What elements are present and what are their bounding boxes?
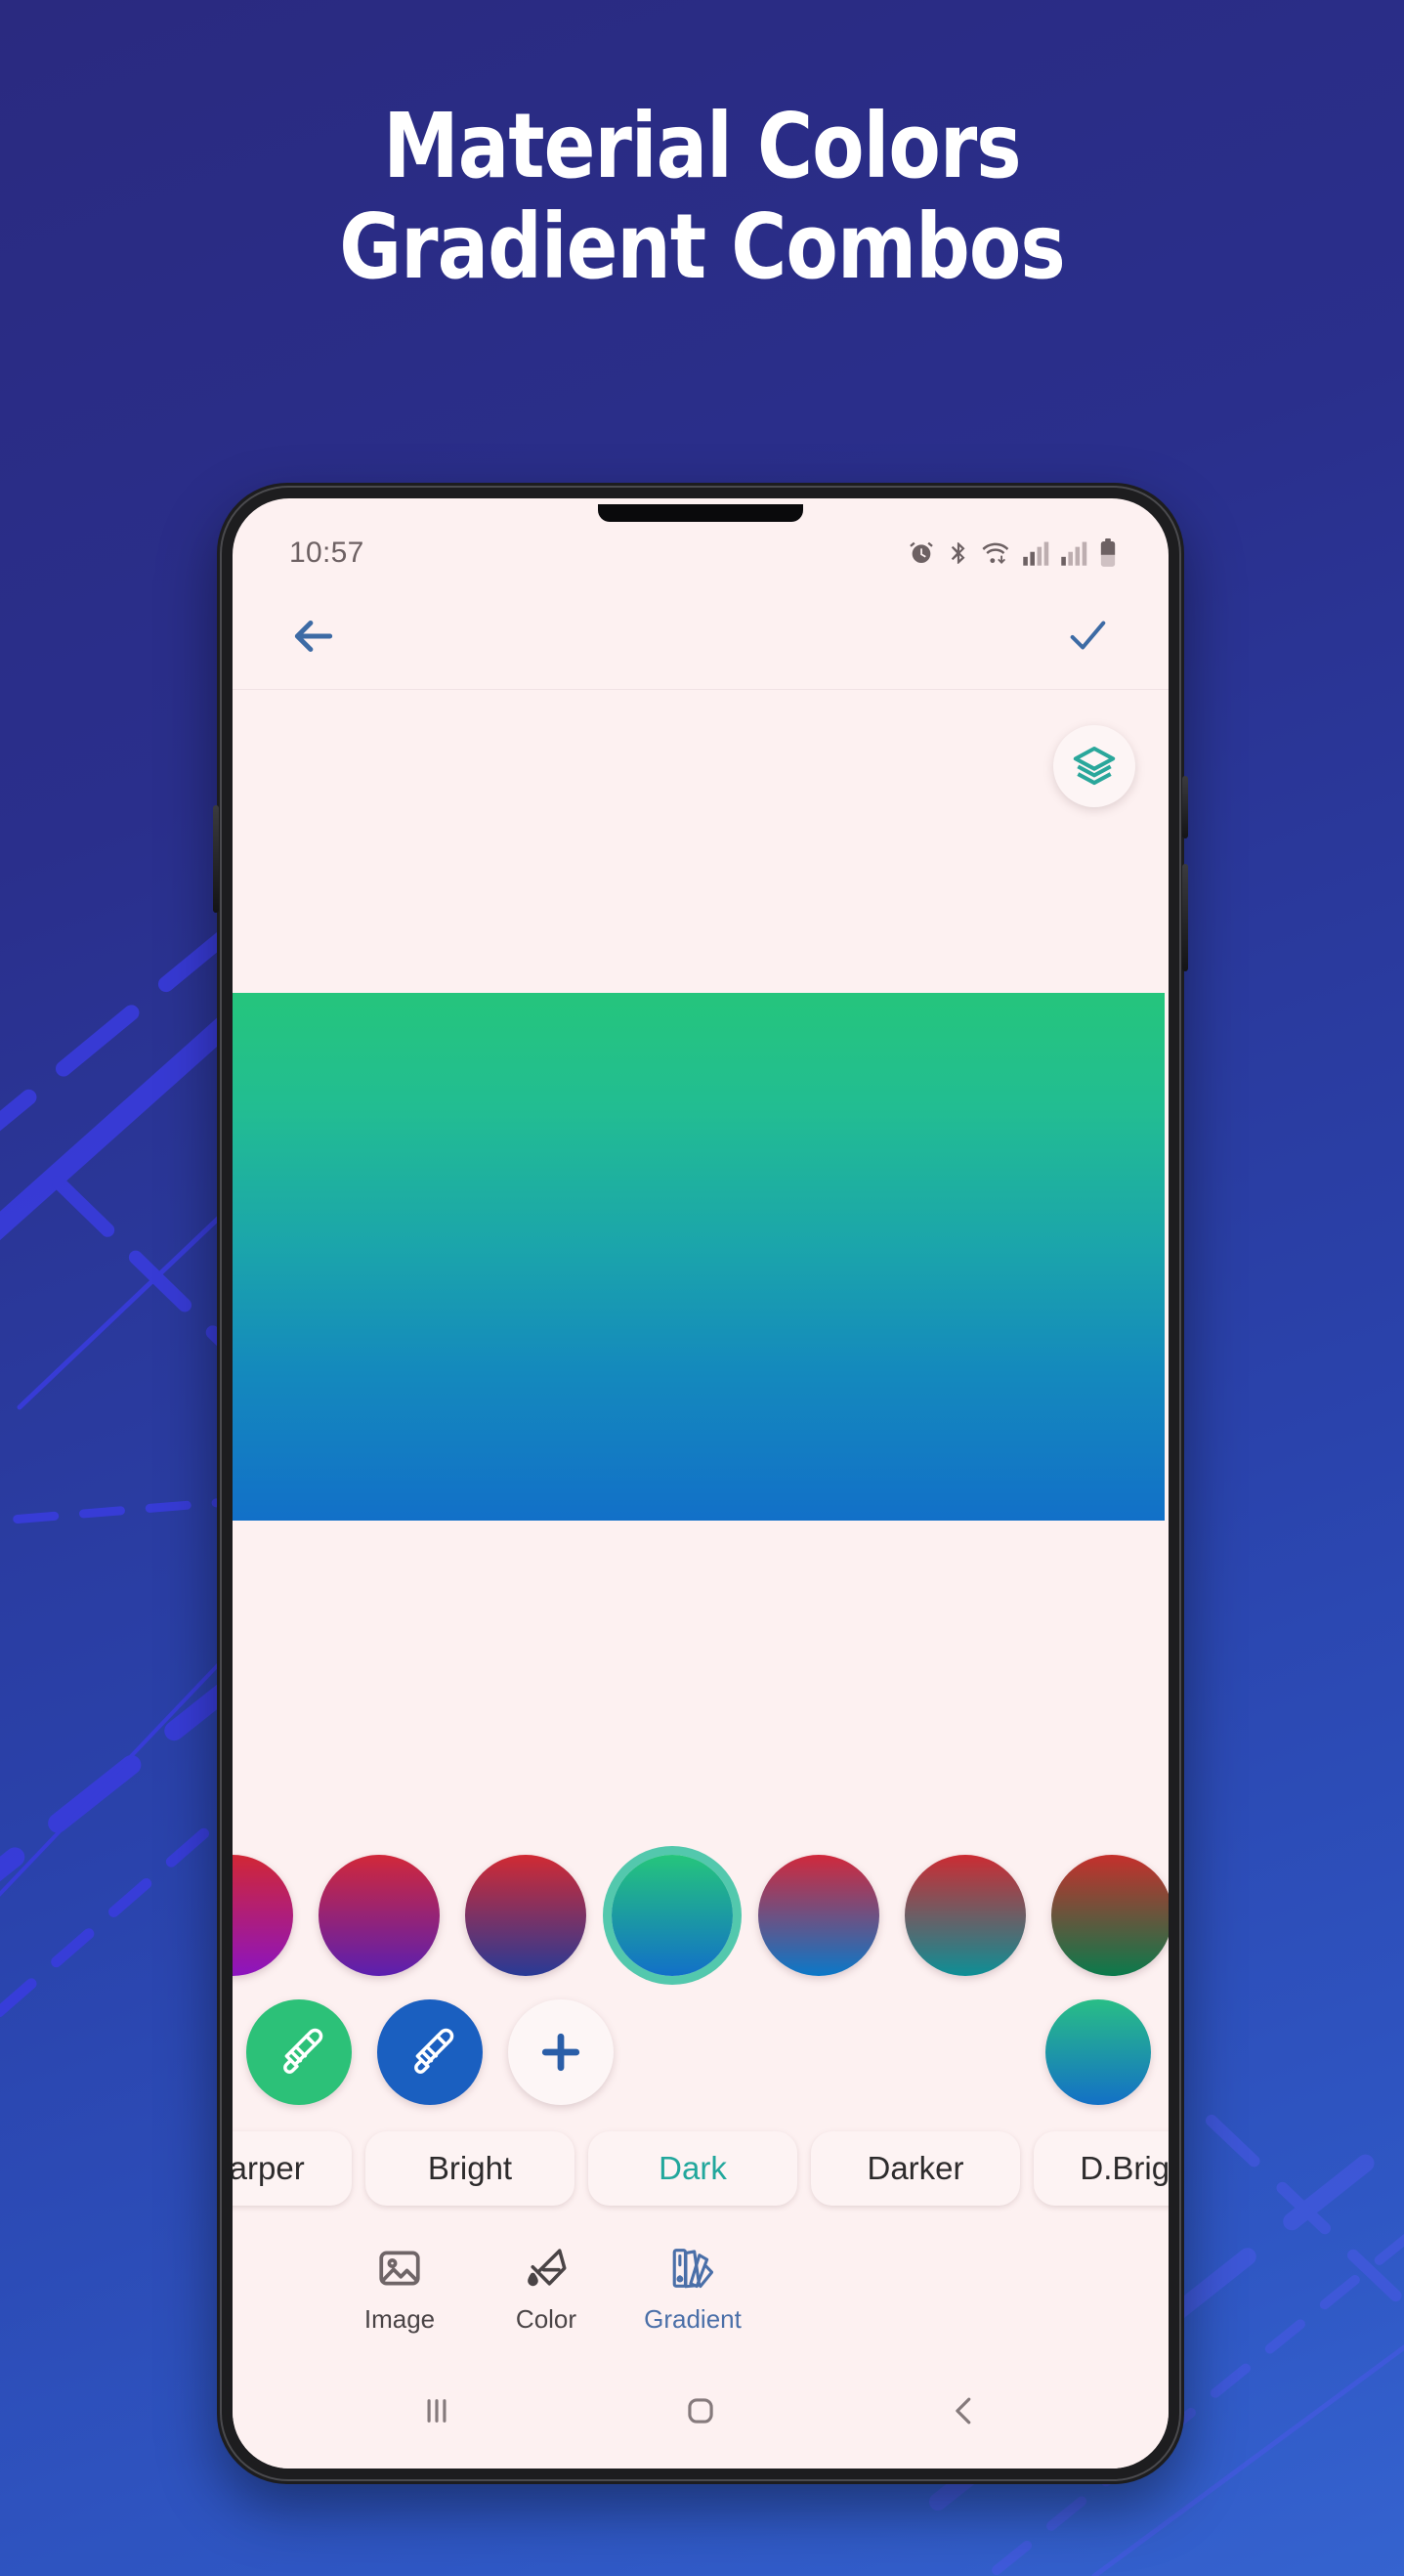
home-button[interactable] bbox=[657, 2381, 745, 2441]
confirm-button[interactable] bbox=[1053, 602, 1122, 670]
wifi-icon bbox=[982, 542, 1009, 564]
layers-icon bbox=[1073, 746, 1116, 786]
swatch-fan-icon bbox=[672, 2248, 714, 2288]
promo-headline: Material Colors Gradient Combos bbox=[42, 96, 1362, 297]
style-chip-list[interactable]: Sharper Bright Dark Darker D.Bright bbox=[233, 2117, 1169, 2220]
alarm-icon bbox=[910, 541, 933, 564]
back-arrow-icon bbox=[294, 620, 333, 652]
plus-icon bbox=[541, 2033, 580, 2072]
headline-line-1: Material Colors bbox=[383, 94, 1021, 198]
swatch-red-navy[interactable] bbox=[465, 1855, 586, 1976]
recents-icon bbox=[427, 2399, 447, 2423]
swatch-red-purple-2[interactable] bbox=[319, 1855, 440, 1976]
chip-bright[interactable]: Bright bbox=[365, 2131, 574, 2206]
swatch-red-darkgreen[interactable] bbox=[1051, 1855, 1169, 1976]
phone-mockup: 10:57 arper Bright Dark Darker D.Brig Im… bbox=[213, 483, 1188, 2484]
swatch-red-teal[interactable] bbox=[905, 1855, 1026, 1976]
eyedropper-end-button[interactable] bbox=[377, 1999, 483, 2105]
layers-button[interactable] bbox=[1053, 725, 1135, 807]
paint-bucket-icon bbox=[528, 2248, 567, 2286]
phone-notch bbox=[598, 504, 803, 522]
battery-icon bbox=[1100, 538, 1116, 567]
nav-item-gradient-label: Gradient bbox=[644, 2303, 742, 2334]
promo-banner: Material Colors Gradient Combos 10:57 ar… bbox=[0, 0, 1404, 2576]
android-nav-bar bbox=[233, 2367, 1169, 2469]
bottom-navigation: Image Color Gradient bbox=[233, 2220, 1169, 2367]
phone-bixby-button[interactable] bbox=[1182, 776, 1188, 838]
check-icon bbox=[1070, 621, 1106, 650]
nav-item-gradient[interactable]: Gradient bbox=[619, 2244, 766, 2335]
signal-icon-1 bbox=[1023, 541, 1049, 566]
chip-sharper[interactable]: Sharper bbox=[233, 2131, 352, 2206]
add-color-button[interactable] bbox=[508, 1999, 614, 2105]
swatch-green-blue[interactable] bbox=[612, 1855, 733, 1976]
gradient-preview-circle[interactable] bbox=[1045, 1999, 1151, 2105]
gradient-canvas[interactable] bbox=[233, 690, 1169, 1843]
gradient-preview[interactable] bbox=[233, 993, 1165, 1521]
back-button[interactable] bbox=[279, 602, 348, 670]
app-toolbar bbox=[233, 582, 1169, 690]
nav-item-image-label: Image bbox=[363, 2303, 436, 2334]
back-icon bbox=[956, 2397, 971, 2425]
chip-darker[interactable]: Darker bbox=[811, 2131, 1020, 2206]
status-time: 10:57 bbox=[289, 537, 364, 569]
image-icon bbox=[379, 2251, 420, 2285]
chip-dark[interactable]: Dark bbox=[588, 2131, 797, 2206]
eyedropper-icon bbox=[414, 2028, 454, 2074]
chip-dbright[interactable]: D.Bright bbox=[1034, 2131, 1169, 2206]
nav-item-color[interactable]: Color bbox=[473, 2244, 619, 2335]
headline-line-2: Gradient Combos bbox=[339, 194, 1065, 300]
nav-item-color-label: Color bbox=[515, 2303, 577, 2334]
status-icons bbox=[908, 538, 1118, 568]
swatch-red-purple-1[interactable] bbox=[233, 1855, 293, 1976]
bluetooth-icon bbox=[951, 542, 965, 564]
eyedropper-start-button[interactable] bbox=[246, 1999, 352, 2105]
back-button-system[interactable] bbox=[920, 2381, 1008, 2441]
phone-volume-button[interactable] bbox=[213, 805, 219, 913]
signal-icon-2 bbox=[1061, 541, 1087, 566]
phone-power-button[interactable] bbox=[1182, 864, 1188, 971]
phone-screen: 10:57 arper Bright Dark Darker D.Brig Im… bbox=[233, 498, 1169, 2469]
swatch-list[interactable] bbox=[233, 1843, 1169, 1988]
swatch-red-blue[interactable] bbox=[758, 1855, 879, 1976]
color-tool-row bbox=[233, 1988, 1169, 2117]
eyedropper-icon bbox=[283, 2028, 323, 2074]
nav-item-image[interactable]: Image bbox=[326, 2244, 473, 2335]
home-icon bbox=[688, 2398, 713, 2424]
recents-button[interactable] bbox=[393, 2381, 481, 2441]
